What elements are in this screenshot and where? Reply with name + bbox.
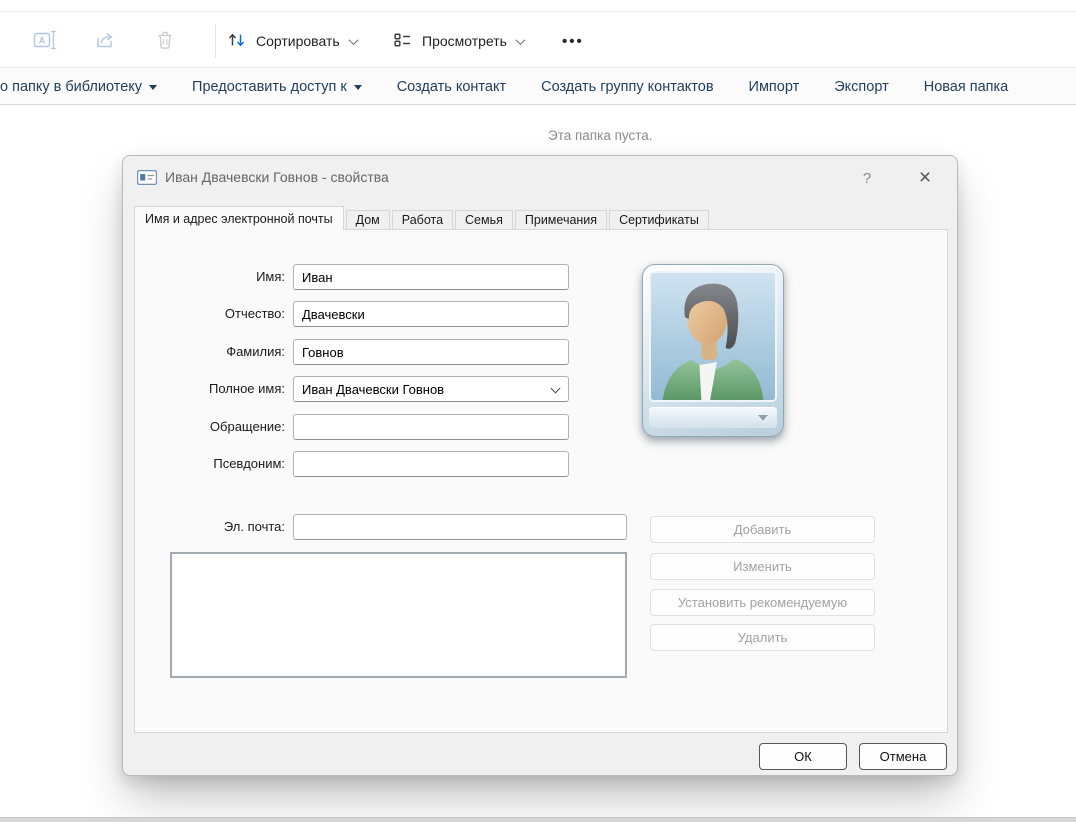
command-new-contact[interactable]: Создать контакт (397, 79, 506, 95)
ellipsis-icon: ••• (562, 33, 584, 50)
command-bar: о папку в библиотеку Предоставить доступ… (0, 69, 1076, 105)
delete-button[interactable] (150, 26, 180, 56)
set-preferred-button[interactable]: Установить рекомендуемую (650, 589, 875, 616)
taskbar-edge (0, 817, 1076, 822)
contact-picture-menu-bar[interactable] (649, 407, 777, 428)
command-export[interactable]: Экспорт (834, 79, 888, 95)
command-new-contact-group[interactable]: Создать группу контактов (541, 79, 713, 95)
dialog-titlebar[interactable]: Иван Двачевски Говнов - свойства ? × (123, 156, 957, 201)
rename-button[interactable]: A (30, 26, 60, 56)
contact-picture-image (649, 271, 777, 402)
contact-picture[interactable] (642, 264, 784, 437)
cancel-button[interactable]: Отмена (859, 743, 947, 770)
view-button[interactable]: Просмотреть (384, 24, 532, 58)
share-button[interactable] (90, 26, 120, 56)
add-email-button[interactable]: Добавить (650, 516, 875, 543)
middle-name-label: Отчество: (145, 301, 285, 327)
view-icon (392, 30, 414, 53)
dialog-title: Иван Двачевски Говнов - свойства (165, 156, 389, 198)
contact-properties-dialog: Иван Двачевски Говнов - свойства ? × Имя… (122, 155, 958, 776)
command-share-with[interactable]: Предоставить доступ к (192, 79, 362, 95)
tab-family[interactable]: Семья (455, 210, 513, 230)
command-new-folder[interactable]: Новая папка (924, 79, 1009, 95)
explorer-toolbar: A (0, 11, 1076, 68)
tab-page-name-and-email: Имя: Отчество: Фамилия: Полное имя: Обра… (134, 229, 948, 733)
chevron-down-icon (516, 35, 526, 45)
toolbar-separator (215, 24, 216, 58)
nickname-input[interactable] (293, 451, 569, 477)
title-label: Обращение: (145, 414, 285, 440)
middle-name-input[interactable] (293, 301, 569, 327)
tab-work[interactable]: Работа (392, 210, 453, 230)
dropdown-triangle-icon (149, 85, 157, 90)
edit-email-button[interactable]: Изменить (650, 553, 875, 580)
empty-folder-text: Эта папка пуста. (548, 128, 653, 143)
rename-icon: A (33, 30, 57, 53)
nickname-label: Псевдоним: (145, 451, 285, 477)
email-listbox[interactable] (170, 552, 627, 678)
help-button[interactable]: ? (853, 164, 881, 192)
close-icon[interactable]: × (909, 162, 941, 194)
last-name-input[interactable] (293, 339, 569, 365)
first-name-label: Имя: (145, 264, 285, 290)
dropdown-triangle-icon (758, 415, 768, 421)
command-import[interactable]: Импорт (749, 79, 800, 95)
last-name-label: Фамилия: (145, 339, 285, 365)
share-icon (93, 30, 117, 53)
sort-label: Сортировать (256, 33, 340, 49)
dialog-tabs: Имя и адрес электронной почты Дом Работа… (134, 206, 711, 230)
view-label: Просмотреть (422, 33, 507, 49)
sort-button[interactable]: Сортировать (218, 24, 365, 58)
tab-name-and-email[interactable]: Имя и адрес электронной почты (134, 206, 344, 230)
contact-card-icon (137, 170, 157, 190)
sort-icon (226, 30, 248, 53)
command-add-to-library[interactable]: о папку в библиотеку (0, 79, 157, 95)
ok-button[interactable]: ОК (759, 743, 847, 770)
tab-home[interactable]: Дом (346, 210, 390, 230)
trash-icon (154, 30, 176, 53)
svg-text:A: A (39, 35, 46, 45)
dropdown-triangle-icon (354, 85, 362, 90)
chevron-down-icon (348, 35, 358, 45)
title-input[interactable] (293, 414, 569, 440)
full-name-combobox[interactable] (293, 376, 569, 402)
first-name-input[interactable] (293, 264, 569, 290)
email-input[interactable] (293, 514, 627, 540)
full-name-input[interactable] (293, 376, 569, 402)
tab-notes[interactable]: Примечания (515, 210, 607, 230)
more-options-button[interactable]: ••• (552, 24, 594, 58)
tab-certificates[interactable]: Сертификаты (609, 210, 709, 230)
email-label: Эл. почта: (145, 514, 285, 540)
full-name-label: Полное имя: (145, 376, 285, 402)
remove-email-button[interactable]: Удалить (650, 624, 875, 651)
